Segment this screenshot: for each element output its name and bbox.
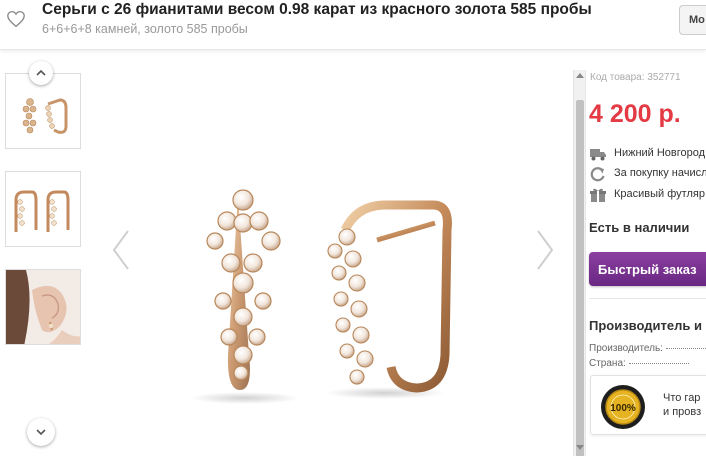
manufacturer-field: Производитель:	[589, 343, 706, 354]
guarantee-line-1: Что гар	[663, 392, 701, 404]
product-price: 4 200 р.	[589, 100, 681, 128]
header-button[interactable]: Мо	[679, 5, 706, 35]
thumbnail-2[interactable]	[5, 171, 81, 247]
guarantee-box[interactable]: 100% Что гар и провз	[590, 375, 706, 435]
product-header: Серьги с 26 фианитами весом 0.98 карат и…	[0, 0, 706, 50]
refresh-icon	[590, 167, 605, 182]
thumbnail-3[interactable]	[5, 269, 81, 345]
main-product-image[interactable]	[95, 55, 570, 455]
gift-icon	[590, 188, 606, 202]
scroll-up-arrow[interactable]	[576, 73, 584, 78]
chevron-down-icon	[36, 429, 46, 436]
guarantee-line-2: и провз	[663, 406, 702, 418]
product-code: Код товара: 352771	[590, 72, 681, 83]
stock-status: Есть в наличии	[589, 220, 690, 235]
badge-text: 100%	[610, 403, 636, 414]
delivery-text: Нижний Новгород	[614, 147, 706, 159]
divider	[589, 298, 706, 299]
sidebar-divider	[585, 70, 586, 456]
manufacturer-label: Производитель:	[589, 343, 663, 354]
manufacturer-title: Производитель и	[589, 318, 702, 333]
gift-text: Красивый футляр	[614, 188, 705, 200]
thumbnails-down-arrow[interactable]	[27, 418, 55, 446]
product-title: Серьги с 26 фианитами весом 0.98 карат и…	[42, 1, 592, 18]
thumbnail-strip	[0, 50, 90, 456]
thumbnails-up-arrow[interactable]	[29, 61, 53, 85]
chevron-left-icon[interactable]	[110, 228, 132, 272]
bonus-text: За покупку начисл	[614, 167, 706, 179]
country-label: Страна:	[589, 358, 626, 369]
chevron-up-icon	[36, 69, 46, 76]
guarantee-badge-icon: 100%	[601, 385, 645, 429]
scroll-thumb[interactable]	[576, 100, 584, 456]
truck-icon	[590, 149, 606, 161]
country-field: Страна:	[589, 358, 689, 369]
chevron-right-icon[interactable]	[534, 228, 556, 272]
quick-order-button[interactable]: Быстрый заказ	[589, 252, 706, 286]
heart-icon[interactable]	[6, 10, 26, 28]
scrollbar[interactable]	[573, 70, 585, 456]
dotted-leader	[665, 348, 706, 349]
product-subtitle: 6+6+6+8 камней, золото 585 пробы	[42, 22, 248, 36]
dotted-leader	[628, 363, 689, 364]
guarantee-text: Что гар и провз	[663, 391, 701, 419]
scroll-down-arrow[interactable]	[576, 445, 584, 450]
